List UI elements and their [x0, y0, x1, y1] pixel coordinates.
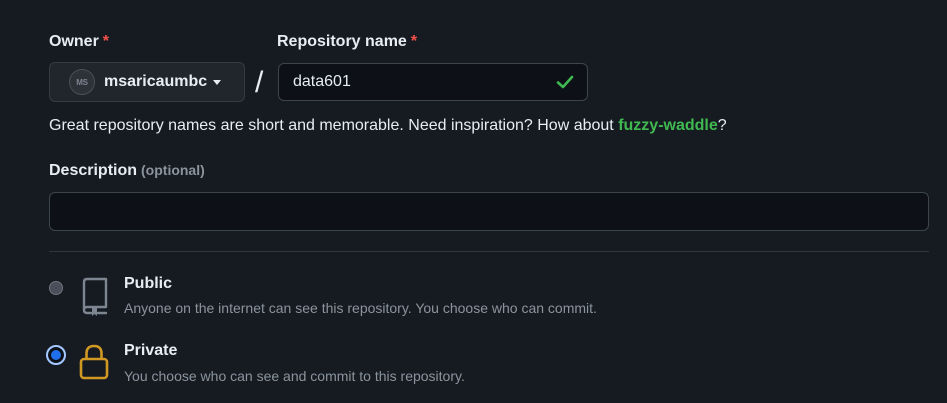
private-option-title: Private	[124, 342, 178, 359]
private-option-description: You choose who can see and commit to thi…	[124, 368, 465, 384]
repository-name-label-text: Repository name	[277, 33, 407, 50]
owner-label: Owner *	[49, 33, 109, 51]
required-marker: *	[410, 33, 418, 50]
required-marker: *	[102, 33, 110, 50]
avatar-text: MS	[76, 77, 88, 87]
owner-label-text: Owner	[49, 33, 99, 50]
check-icon	[556, 75, 574, 89]
repository-name-value: data601	[293, 73, 351, 90]
caret-down-icon	[213, 79, 222, 85]
public-option-description: Anyone on the internet can see this repo…	[124, 300, 597, 316]
description-label-text: Description	[49, 162, 138, 179]
lock-icon	[79, 344, 109, 380]
repository-name-label: Repository name *	[277, 33, 417, 51]
private-radio[interactable]	[46, 345, 66, 365]
owner-repo-separator: /	[255, 66, 264, 99]
description-label: Description (optional)	[49, 162, 205, 180]
repository-name-hint: Great repository names are short and mem…	[49, 117, 727, 135]
description-input[interactable]	[49, 192, 929, 231]
avatar: MS	[69, 69, 95, 95]
optional-tag: (optional)	[141, 162, 205, 178]
hint-text: Great repository names are short and mem…	[49, 117, 619, 134]
repo-icon	[82, 277, 108, 316]
hint-suffix: ?	[717, 117, 727, 134]
public-option-title: Public	[124, 275, 173, 292]
repository-name-input[interactable]: data601	[278, 63, 588, 101]
public-radio[interactable]	[49, 281, 63, 295]
owner-select-button[interactable]: MS msaricaumbc	[49, 62, 245, 102]
section-divider	[49, 251, 929, 252]
owner-name: msaricaumbc	[104, 73, 208, 90]
name-suggestion-link[interactable]: fuzzy-waddle	[618, 117, 718, 134]
